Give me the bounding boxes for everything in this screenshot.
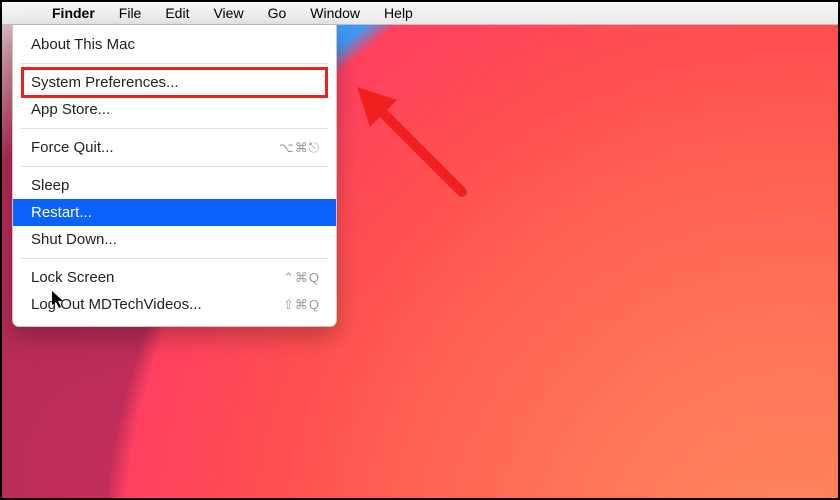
menu-item-label: System Preferences...	[31, 74, 179, 91]
menubar-item-go[interactable]: Go	[256, 2, 299, 24]
menu-item-label: Log Out MDTechVideos...	[31, 296, 202, 313]
menu-item-restart[interactable]: Restart...	[13, 199, 336, 226]
menu-item-label: About This Mac	[31, 36, 135, 53]
menu-separator	[21, 63, 328, 64]
menu-item-log-out[interactable]: Log Out MDTechVideos... ⇧⌘Q	[13, 291, 336, 318]
menubar-item-file[interactable]: File	[107, 2, 154, 24]
menu-item-label: Shut Down...	[31, 231, 117, 248]
menu-item-label: App Store...	[31, 101, 110, 118]
menu-separator	[21, 128, 328, 129]
menu-item-label: Lock Screen	[31, 269, 114, 286]
menubar-item-edit[interactable]: Edit	[153, 2, 201, 24]
menubar-item-finder[interactable]: Finder	[40, 2, 107, 24]
menu-item-system-preferences[interactable]: System Preferences...	[13, 69, 336, 96]
apple-menu-icon[interactable]	[16, 2, 40, 24]
menu-item-force-quit[interactable]: Force Quit... ⌥⌘⎋	[13, 134, 336, 161]
menu-item-app-store[interactable]: App Store...	[13, 96, 336, 123]
menu-bar: Finder File Edit View Go Window Help	[2, 2, 838, 25]
menu-item-lock-screen[interactable]: Lock Screen ⌃⌘Q	[13, 264, 336, 291]
menu-item-label: Restart...	[31, 204, 92, 221]
menu-separator	[21, 166, 328, 167]
menu-item-about-this-mac[interactable]: About This Mac	[13, 31, 336, 58]
menu-item-label: Force Quit...	[31, 139, 114, 156]
menubar-item-view[interactable]: View	[201, 2, 255, 24]
menu-item-shut-down[interactable]: Shut Down...	[13, 226, 336, 253]
menu-item-shortcut: ⌃⌘Q	[283, 270, 320, 286]
menu-item-label: Sleep	[31, 177, 69, 194]
menu-item-sleep[interactable]: Sleep	[13, 172, 336, 199]
menu-item-shortcut: ⇧⌘Q	[283, 297, 320, 313]
menu-separator	[21, 258, 328, 259]
menubar-item-window[interactable]: Window	[298, 2, 372, 24]
apple-menu-dropdown: About This Mac System Preferences... App…	[12, 25, 337, 327]
menubar-item-help[interactable]: Help	[372, 2, 425, 24]
screenshot-frame: Finder File Edit View Go Window Help Abo…	[0, 0, 840, 500]
menu-item-shortcut: ⌥⌘⎋	[279, 140, 320, 156]
